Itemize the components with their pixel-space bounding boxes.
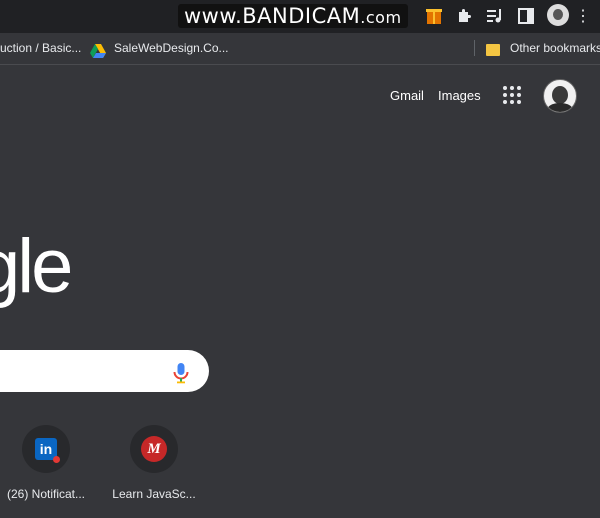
bandicam-watermark: www.BANDICAM.com	[178, 4, 408, 28]
other-bookmarks-label: Other bookmarks	[510, 41, 600, 55]
puzzle-icon[interactable]	[454, 6, 474, 26]
shortcut-icon-wrap: in	[22, 425, 70, 473]
account-avatar[interactable]	[543, 79, 577, 113]
gift-icon[interactable]	[424, 6, 444, 26]
linkedin-icon: in	[35, 438, 60, 463]
google-drive-icon	[90, 42, 106, 58]
microphone-icon[interactable]	[172, 362, 190, 384]
shortcut-tile[interactable]: in (26) Notificat...	[0, 425, 94, 501]
shortcut-label: (26) Notificat...	[6, 487, 86, 501]
images-link[interactable]: Images	[438, 88, 481, 103]
side-panel-icon[interactable]	[516, 6, 536, 26]
more-menu-icon[interactable]: ⋮	[575, 6, 591, 26]
browser-toolbar: www.BANDICAM.com ⋮	[0, 0, 600, 33]
shortcut-icon-wrap: M	[130, 425, 178, 473]
bookmark-item[interactable]: SaleWebDesign.Co...	[90, 36, 229, 61]
bookmarks-bar: uction / Basic... SaleWebDesign.Co... Ot…	[0, 33, 600, 65]
shortcut-tile[interactable]: M Learn JavaSc...	[106, 425, 202, 501]
folder-icon	[486, 43, 500, 56]
media-queue-icon[interactable]	[485, 6, 505, 26]
gmail-link[interactable]: Gmail	[390, 88, 424, 103]
bookmark-item[interactable]: uction / Basic...	[0, 36, 81, 61]
profile-avatar[interactable]	[547, 4, 569, 26]
bookmark-label: SaleWebDesign.Co...	[114, 41, 229, 55]
other-bookmarks[interactable]: Other bookmarks	[486, 36, 600, 61]
m-logo-icon: M	[141, 436, 167, 462]
bookmark-label: uction / Basic...	[0, 41, 82, 55]
apps-grid-icon[interactable]	[503, 86, 523, 106]
bookmarks-divider	[474, 40, 475, 56]
shortcut-label: Learn JavaSc...	[112, 487, 196, 501]
google-logo: gle	[0, 224, 73, 309]
